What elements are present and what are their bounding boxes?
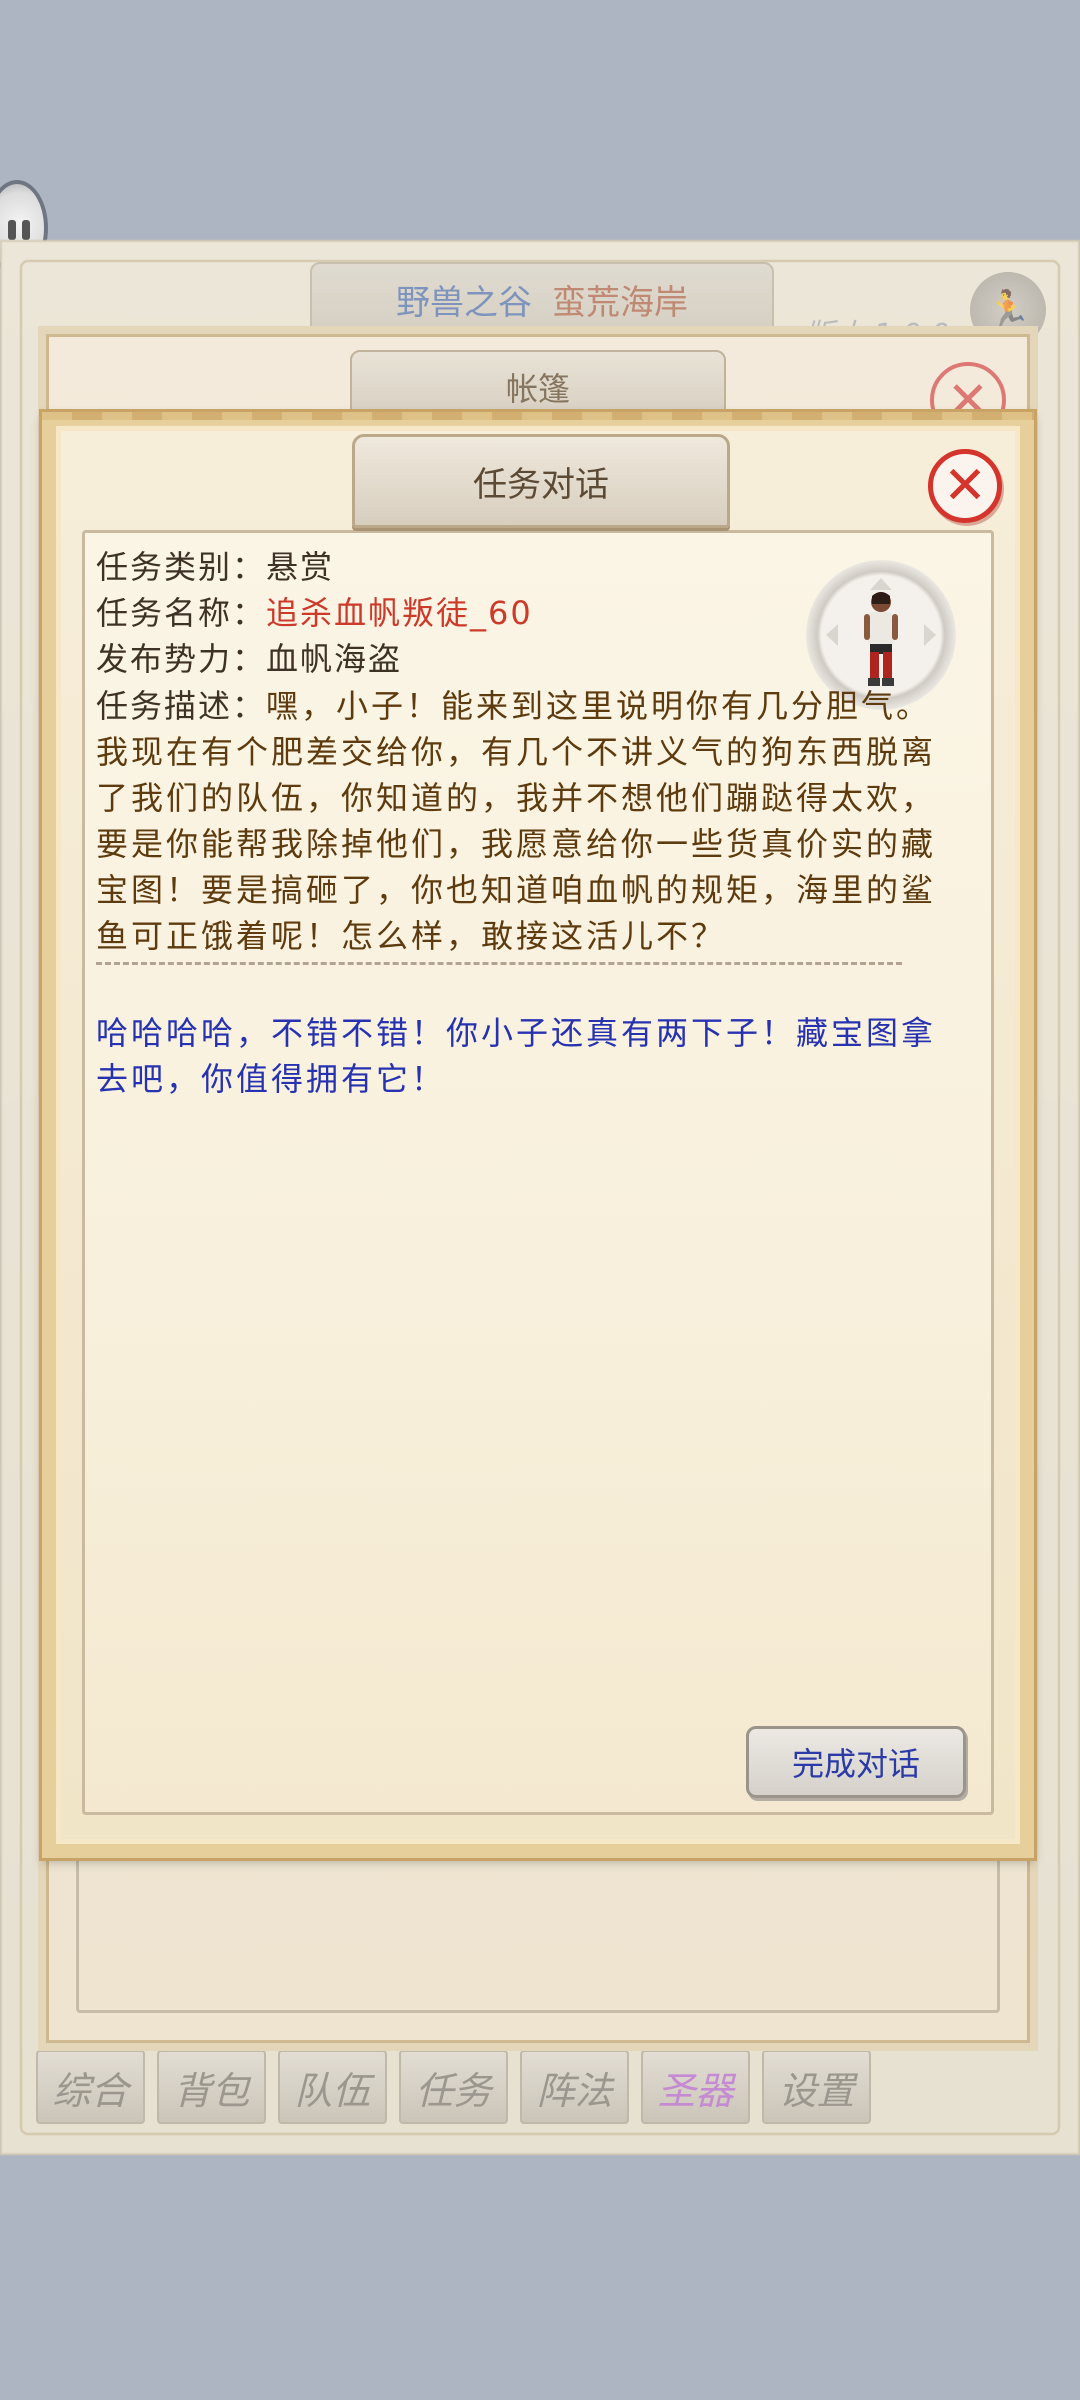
quest-type-row: 任务类别：悬赏 xyxy=(96,542,334,588)
complete-dialog-button[interactable]: 完成对话 xyxy=(746,1726,966,1798)
tab-formation[interactable]: 阵法 xyxy=(520,2050,629,2124)
bg-tab-wild-coast[interactable]: 蛮荒海岸 xyxy=(552,275,688,324)
quest-description: 任务描述：嘿，小子！能来到这里说明你有几分胆气。我现在有个肥差交给你，有几个不讲… xyxy=(96,683,956,959)
tab-bag[interactable]: 背包 xyxy=(157,2050,266,2124)
quest-description-text: 嘿，小子！能来到这里说明你有几分胆气。我现在有个肥差交给你，有几个不讲义气的狗东… xyxy=(96,687,937,955)
quest-faction-value: 血帆海盗 xyxy=(266,640,403,678)
tab-artifact[interactable]: 圣器 xyxy=(641,2050,750,2124)
close-icon: ✕ xyxy=(943,456,987,516)
quest-dialog-title: 任务对话 xyxy=(352,434,730,528)
tab-general[interactable]: 综合 xyxy=(36,2050,145,2124)
quest-faction-row: 发布势力：血帆海盗 xyxy=(96,634,402,680)
quest-name-label: 任务名称： xyxy=(96,594,267,632)
tent-inner-box xyxy=(76,1837,1000,2013)
npc-reply-text: 哈哈哈哈，不错不错！你小子还真有两下子！藏宝图拿去吧，你值得拥有它！ xyxy=(96,1014,937,1098)
bg-title-plaque: 野兽之谷 蛮荒海岸 xyxy=(310,262,774,336)
tab-settings[interactable]: 设置 xyxy=(762,2050,871,2124)
tab-quest[interactable]: 任务 xyxy=(399,2050,508,2124)
pause-icon-bar xyxy=(22,220,30,240)
quest-name-value: 追杀血帆叛徒_60 xyxy=(266,594,533,632)
quest-type-label: 任务类别： xyxy=(96,548,267,586)
quest-dialog-close-button[interactable]: ✕ xyxy=(928,449,1002,523)
tab-team[interactable]: 队伍 xyxy=(278,2050,387,2124)
pause-icon xyxy=(8,220,16,240)
bottom-tab-bar: 综合 背包 队伍 任务 阵法 圣器 设置 xyxy=(36,2050,1036,2124)
bg-tab-beast-valley[interactable]: 野兽之谷 xyxy=(396,275,532,324)
dialog-divider xyxy=(96,962,902,965)
quest-type-value: 悬赏 xyxy=(266,548,335,586)
quest-description-label: 任务描述： xyxy=(96,687,267,725)
quest-faction-label: 发布势力： xyxy=(96,640,267,678)
quest-name-row: 任务名称：追杀血帆叛徒_60 xyxy=(96,588,533,634)
